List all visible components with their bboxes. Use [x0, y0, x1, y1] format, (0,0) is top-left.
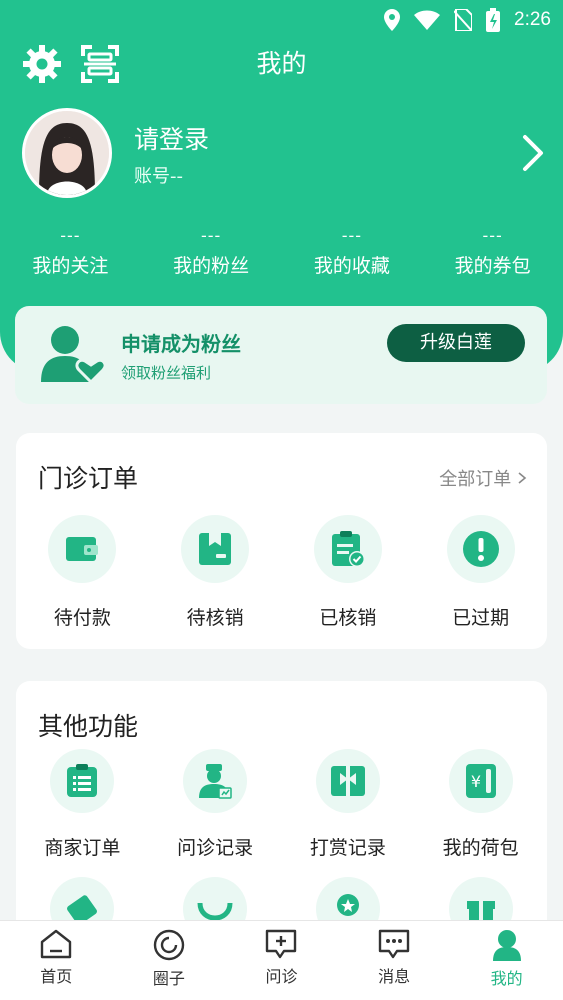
upgrade-button[interactable]: 升级白莲 [387, 324, 525, 362]
order-pending-verify[interactable]: 待核销 [149, 515, 282, 630]
feature-my-purse[interactable]: ¥ 我的荷包 [414, 749, 547, 860]
battery-icon [486, 8, 501, 32]
account-label: 账号-- [134, 166, 183, 187]
stat-following[interactable]: --- 我的关注 [0, 226, 141, 278]
all-orders-link[interactable]: 全部订单 [439, 465, 527, 491]
features-title: 其他功能 [38, 712, 139, 741]
chevron-right-small-icon [518, 472, 527, 484]
stat-fans[interactable]: --- 我的粉丝 [141, 226, 282, 278]
page-title: 我的 [256, 49, 307, 78]
location-icon [384, 9, 401, 31]
circle-icon [153, 929, 185, 961]
status-bar: 2:26 [0, 0, 563, 40]
package-icon [199, 533, 232, 565]
fan-banner-subtitle: 领取粉丝福利 [121, 364, 212, 382]
list-icon [67, 764, 98, 797]
tab-circle[interactable]: 圈子 [113, 921, 226, 1000]
tab-mine[interactable]: 我的 [450, 921, 563, 1000]
user-heart-icon [41, 326, 105, 384]
avatar[interactable] [22, 108, 112, 198]
wallet-icon [66, 537, 99, 561]
svg-text:¥: ¥ [471, 772, 481, 791]
alert-icon [462, 531, 499, 567]
avatar-image [25, 111, 109, 195]
stat-coupons[interactable]: --- 我的券包 [422, 226, 563, 278]
clipboard-check-icon [331, 531, 365, 567]
status-time: 2:26 [514, 9, 551, 30]
stat-favorites[interactable]: --- 我的收藏 [282, 226, 423, 278]
home-icon [41, 929, 72, 959]
chevron-right-icon[interactable] [521, 134, 545, 172]
order-verified[interactable]: 已核销 [282, 515, 415, 630]
order-pending-payment[interactable]: 待付款 [16, 515, 149, 630]
no-sim-icon [454, 9, 473, 31]
person-icon [492, 930, 521, 961]
consult-icon [266, 929, 297, 959]
bottom-tab-bar: 首页 圈子 问诊 消息 我的 [0, 920, 563, 1000]
feature-reward-records[interactable]: 打赏记录 [282, 749, 415, 860]
fan-banner-title: 申请成为粉丝 [121, 332, 241, 356]
fan-banner[interactable]: 申请成为粉丝 领取粉丝福利 升级白莲 [15, 306, 547, 404]
feature-merchant-orders[interactable]: 商家订单 [16, 749, 149, 860]
purse-icon: ¥ [465, 764, 496, 798]
feature-consult-records[interactable]: 问诊记录 [149, 749, 282, 860]
orders-title: 门诊订单 [38, 464, 139, 493]
tab-home[interactable]: 首页 [0, 921, 113, 1000]
clinic-orders-card: 门诊订单 全部订单 待付款 待核销 已核销 已过期 [16, 433, 547, 649]
order-expired[interactable]: 已过期 [414, 515, 547, 630]
tab-messages[interactable]: 消息 [338, 921, 451, 1000]
wifi-icon [414, 10, 441, 30]
message-icon [378, 929, 410, 959]
doctor-icon [199, 764, 232, 799]
login-prompt[interactable]: 请登录 [134, 120, 209, 156]
gift-box-icon [330, 766, 365, 796]
stats-row: --- 我的关注 --- 我的粉丝 --- 我的收藏 --- 我的券包 [0, 226, 563, 278]
other-features-card: 其他功能 商家订单 问诊记录 打赏记录 ¥ 我的荷包 [16, 681, 547, 941]
tab-consult[interactable]: 问诊 [225, 921, 338, 1000]
